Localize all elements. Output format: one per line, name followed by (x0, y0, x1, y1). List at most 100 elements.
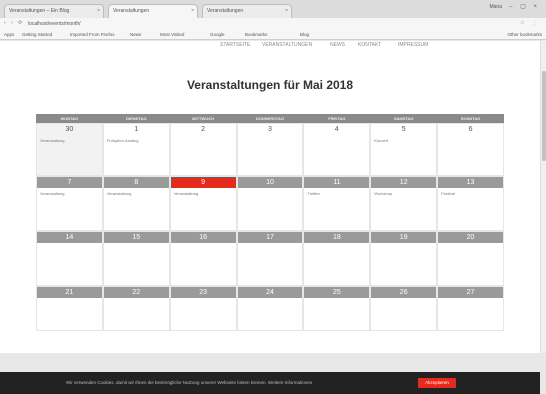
calendar-day[interactable]: 14 (36, 231, 103, 286)
calendar-day[interactable]: 16 (169, 231, 237, 286)
calendar-day[interactable]: 8 Veranstaltung (102, 176, 170, 231)
event-link[interactable]: Veranstaltung (40, 138, 99, 143)
event-link[interactable]: Frühjahrs-Ausflug (107, 138, 166, 143)
nav-link[interactable]: VERANSTALTUNGEN (262, 42, 312, 48)
event-link[interactable]: Veranstaltung (174, 191, 233, 196)
event-link[interactable]: Konzert (374, 138, 433, 143)
event-link[interactable]: Festival (441, 191, 500, 196)
bookmarks-bar: Apps Getting Started Imported From Firef… (0, 30, 546, 40)
bookmark-item[interactable]: Bookmarks (245, 32, 268, 37)
profile-name[interactable]: Maria (489, 4, 502, 10)
day-number[interactable]: 10 (237, 177, 303, 188)
bookmark-item[interactable]: News (130, 32, 141, 37)
day-number[interactable]: 26 (371, 287, 437, 298)
day-number[interactable]: 7 (37, 177, 102, 188)
day-number[interactable]: 22 (103, 287, 169, 298)
day-number[interactable]: 27 (438, 287, 503, 298)
nav-link[interactable]: IMPRESSUM (398, 42, 428, 48)
close-icon[interactable]: × (191, 8, 194, 14)
day-number[interactable]: 17 (237, 232, 303, 243)
browser-tab[interactable]: Veranstaltungen – Ein Blog × (4, 4, 104, 18)
day-number[interactable]: 2 (171, 124, 236, 135)
calendar-day[interactable]: 6 (437, 123, 504, 176)
event-link[interactable]: Workshop (374, 191, 433, 196)
calendar-day[interactable]: 17 (236, 231, 304, 286)
day-number[interactable]: 25 (304, 287, 370, 298)
day-number[interactable]: 12 (371, 177, 437, 188)
calendar-day[interactable]: 21 (36, 286, 103, 331)
calendar-day[interactable]: 10 (236, 176, 304, 231)
calendar-day[interactable]: 1 Frühjahrs-Ausflug (102, 123, 170, 176)
nav-link[interactable]: STARTSEITE (220, 42, 250, 48)
close-icon[interactable]: × (97, 8, 100, 14)
bookmark-item[interactable]: Google (210, 32, 225, 37)
nav-link[interactable]: NEWS (330, 42, 345, 48)
scrollbar[interactable] (540, 41, 546, 353)
bookmark-item[interactable]: Apps (4, 32, 14, 37)
day-number[interactable]: 20 (438, 232, 503, 243)
calendar-day[interactable]: 9 Veranstaltung (169, 176, 237, 231)
browser-tab[interactable]: Veranstaltungen × (108, 4, 198, 18)
calendar-day[interactable]: 7 Veranstaltung (36, 176, 103, 231)
day-number[interactable]: 30 (37, 124, 102, 135)
day-number[interactable]: 24 (237, 287, 303, 298)
calendar-day[interactable]: 23 (169, 286, 237, 331)
calendar-day[interactable]: 12 Workshop (370, 176, 438, 231)
calendar-day[interactable]: 26 (370, 286, 438, 331)
calendar-day[interactable]: 5 Konzert (370, 123, 438, 176)
calendar-day[interactable]: 13 Festival (437, 176, 504, 231)
calendar-day[interactable]: 3 (236, 123, 304, 176)
day-number[interactable]: 6 (438, 124, 503, 135)
url-field[interactable]: localhost/events/month/ (28, 21, 81, 27)
event-link[interactable]: Veranstaltung (107, 191, 166, 196)
calendar-day[interactable]: 25 (303, 286, 371, 331)
calendar-day[interactable]: 30 Veranstaltung (36, 123, 103, 176)
day-number[interactable]: 4 (304, 124, 369, 135)
bookmark-item[interactable]: Most Visited (160, 32, 184, 37)
calendar-day[interactable]: 4 (303, 123, 371, 176)
day-number[interactable]: 15 (103, 232, 169, 243)
weekday-label: SONNTAG (460, 116, 481, 121)
calendar-day[interactable]: 20 (437, 231, 504, 286)
day-number[interactable]: 11 (304, 177, 370, 188)
nav-link[interactable]: KONTAKT (358, 42, 381, 48)
calendar-day[interactable]: 11 Treffen (303, 176, 371, 231)
day-number[interactable]: 14 (37, 232, 102, 243)
bookmark-item[interactable]: Imported From Firefox (70, 32, 115, 37)
browser-tab[interactable]: Veranstaltungen × (202, 4, 292, 18)
event-link[interactable]: Treffen (307, 191, 366, 196)
cookie-banner: Wir verwenden Cookies, damit wir Ihnen d… (0, 372, 540, 394)
calendar-day[interactable]: 2 (169, 123, 237, 176)
calendar-day[interactable]: 27 (437, 286, 504, 331)
day-number[interactable]: 9 (170, 177, 236, 188)
tab-label: Veranstaltungen (113, 8, 150, 14)
event-link[interactable]: Veranstaltung (40, 191, 99, 196)
accept-cookies-button[interactable]: Akzeptieren (418, 378, 456, 388)
calendar-day[interactable]: 22 (102, 286, 170, 331)
day-number[interactable]: 1 (104, 124, 169, 135)
navigation-icons[interactable]: ‹ › ⟳ (4, 20, 24, 26)
calendar-day[interactable]: 19 (370, 231, 438, 286)
day-number[interactable]: 21 (37, 287, 102, 298)
bookmark-other[interactable]: Other bookmarks (507, 32, 542, 37)
day-number[interactable]: 8 (103, 177, 169, 188)
close-icon[interactable]: × (285, 8, 288, 14)
scrollbar-thumb[interactable] (542, 71, 546, 161)
day-number[interactable]: 23 (170, 287, 236, 298)
calendar-day[interactable]: 18 (303, 231, 371, 286)
day-number[interactable]: 18 (304, 232, 370, 243)
day-number[interactable]: 19 (371, 232, 437, 243)
day-number[interactable]: 3 (238, 124, 303, 135)
day-number[interactable]: 5 (371, 124, 436, 135)
day-number[interactable]: 16 (170, 232, 236, 243)
day-number[interactable]: 13 (438, 177, 503, 188)
calendar-day[interactable]: 15 (102, 231, 170, 286)
bookmark-item[interactable]: Getting Started (22, 32, 52, 37)
cookie-message: Wir verwenden Cookies, damit wir Ihnen d… (66, 380, 313, 385)
site-navigation: STARTSEITE VERANSTALTUNGEN NEWS KONTAKT … (0, 41, 540, 51)
calendar-day[interactable]: 24 (236, 286, 304, 331)
window-controls[interactable]: – ▢ × (509, 3, 540, 10)
bookmark-item[interactable]: Blog (300, 32, 309, 37)
toolbar-icons[interactable]: ☆ ⋮ (520, 20, 540, 26)
tab-label: Veranstaltungen – Ein Blog (9, 8, 70, 14)
